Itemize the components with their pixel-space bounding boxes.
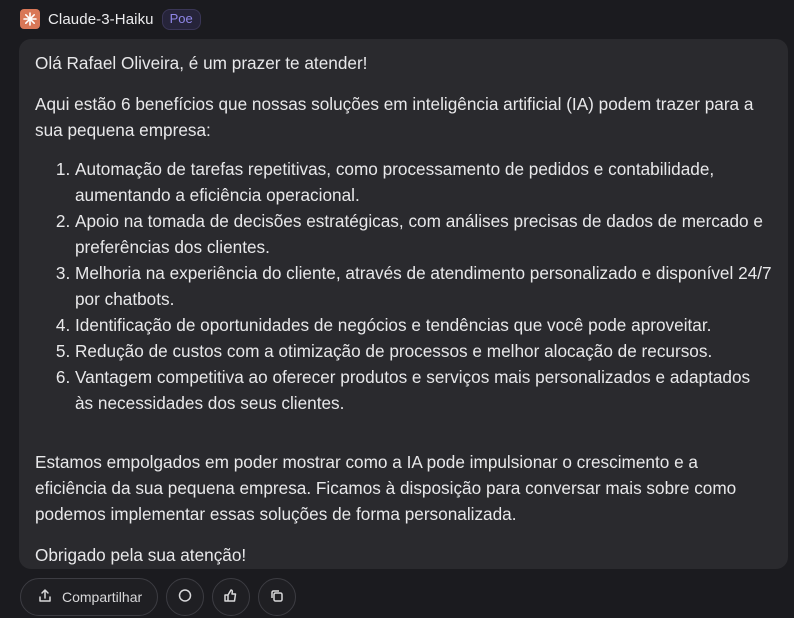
list-item: Automação de tarefas repetitivas, como p… [75,156,772,208]
copy-button[interactable] [258,578,296,616]
list-item: Apoio na tomada de decisões estratégicas… [75,208,772,260]
claude-sparkle-icon[interactable] [20,9,40,29]
list-item: Vantagem competitiva ao oferecer produto… [75,364,772,416]
share-button[interactable]: Compartilhar [20,578,158,616]
share-icon [37,588,53,607]
list-item: Identificação de oportunidades de negóci… [75,312,772,338]
copy-icon [269,588,285,607]
list-item: Redução de custos com a otimização de pr… [75,338,772,364]
message-header: Claude-3-Haiku Poe [20,8,201,30]
message-greeting: Olá Rafael Oliveira, é um prazer te aten… [35,53,368,73]
message-intro: Aqui estão 6 benefícios que nossas soluç… [35,94,754,140]
thumbs-up-icon [223,588,239,607]
bot-message-bubble: Olá Rafael Oliveira, é um prazer te aten… [19,39,788,569]
message-actions: Compartilhar [20,578,296,618]
message-signoff: Obrigado pela sua atenção! [35,545,247,565]
message-closing: Estamos empolgados em poder mostrar como… [35,452,737,524]
like-button[interactable] [212,578,250,616]
chat-bubble-icon [177,588,193,607]
bot-name[interactable]: Claude-3-Haiku [48,11,154,28]
list-item: Melhoria na experiência do cliente, atra… [75,260,772,312]
share-label: Compartilhar [62,589,143,605]
comment-button[interactable] [166,578,204,616]
benefits-list: Automação de tarefas repetitivas, como p… [35,156,772,416]
poe-badge: Poe [161,8,201,30]
